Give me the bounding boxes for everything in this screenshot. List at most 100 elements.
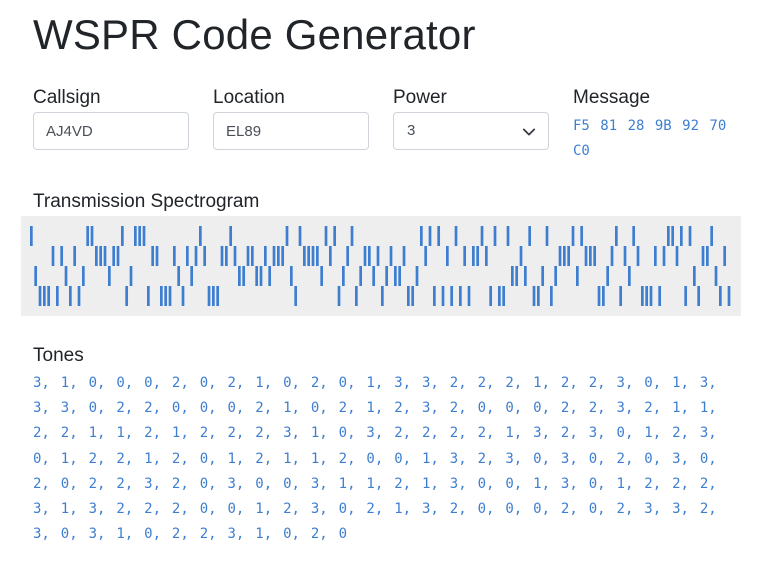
tone-bar: [450, 286, 454, 306]
tone-bar: [463, 246, 467, 266]
page-title: WSPR Code Generator: [33, 11, 476, 58]
tone-bar: [121, 226, 124, 246]
tone-bar: [194, 246, 198, 266]
tone-bar: [298, 226, 302, 246]
tone-bar: [164, 286, 168, 306]
tone-bar: [142, 226, 146, 246]
tone-bar: [515, 266, 519, 286]
chevron-down-icon: [522, 128, 536, 136]
tone-bar: [567, 246, 571, 266]
tone-bar: [372, 266, 376, 286]
tone-bar: [251, 246, 254, 266]
tone-bar: [407, 286, 410, 306]
tone-bar: [719, 286, 722, 306]
tone-bar: [307, 246, 311, 266]
tone-bar: [112, 246, 116, 266]
tones-label: Tones: [33, 345, 84, 366]
tone-bar: [225, 246, 228, 266]
tone-bar: [173, 246, 176, 266]
tone-bar: [246, 246, 250, 266]
tone-bar: [95, 246, 98, 266]
tone-bar: [385, 266, 389, 286]
tone-bar: [472, 246, 475, 266]
tone-bar: [602, 286, 605, 306]
tone-bar: [212, 286, 215, 306]
tone-bar: [502, 286, 506, 306]
tone-bar: [645, 286, 649, 306]
tone-bar: [199, 226, 202, 246]
tone-bar: [593, 246, 597, 266]
tone-bar: [580, 226, 584, 246]
tone-bar: [151, 246, 155, 266]
tone-bar: [576, 266, 579, 286]
tone-bar: [641, 286, 644, 306]
message-label: Message: [573, 87, 651, 108]
tone-bar: [506, 226, 510, 246]
tone-bar: [446, 246, 449, 266]
tone-bar: [272, 246, 276, 266]
tone-bar: [476, 246, 480, 266]
tone-bar: [368, 246, 371, 266]
tone-bar: [632, 226, 636, 246]
tone-bar: [285, 226, 289, 246]
tone-bar: [623, 246, 627, 266]
tone-bar: [545, 226, 549, 246]
power-select[interactable]: 3: [393, 112, 549, 150]
tone-bar: [324, 226, 328, 246]
tone-bar: [649, 286, 653, 306]
tone-bar: [662, 246, 666, 266]
tone-bar: [177, 266, 181, 286]
location-input[interactable]: [213, 112, 369, 150]
tone-bar: [424, 246, 428, 266]
tone-bar: [281, 246, 285, 266]
tone-bar: [636, 246, 640, 266]
tone-bar: [537, 286, 540, 306]
tone-bar: [255, 266, 259, 286]
tone-bar: [714, 266, 718, 286]
tone-bar: [103, 246, 107, 266]
tone-bar: [160, 286, 163, 306]
tone-bar: [628, 266, 631, 286]
tone-bar: [43, 286, 46, 306]
tone-bar: [60, 246, 64, 266]
tone-bar: [376, 246, 380, 266]
tone-bar: [30, 226, 33, 246]
tone-bar: [47, 286, 51, 306]
tone-bar: [428, 226, 432, 246]
tone-bar: [233, 246, 237, 266]
spectrogram-label: Transmission Spectrogram: [33, 191, 260, 212]
tone-bar: [216, 286, 220, 306]
spectrogram-chart: [30, 226, 731, 306]
power-select-value: 3: [407, 122, 416, 139]
tone-bar: [493, 226, 497, 246]
tone-bar: [532, 286, 536, 306]
tone-bar: [606, 266, 610, 286]
tone-bar: [108, 266, 111, 286]
tone-bar: [675, 246, 679, 266]
tone-bar: [186, 246, 189, 266]
tone-bar: [658, 286, 662, 306]
tone-bar: [229, 226, 233, 246]
callsign-input[interactable]: [33, 112, 189, 150]
tone-bar: [437, 226, 441, 246]
tone-bar: [190, 266, 194, 286]
tones-list: 3, 1, 0, 0, 0, 2, 0, 2, 1, 0, 2, 0, 1, 3…: [33, 375, 717, 543]
tone-bar: [433, 286, 436, 306]
tone-bar: [38, 286, 42, 306]
tone-bar: [203, 246, 207, 266]
tone-bar: [268, 266, 272, 286]
tone-bar: [398, 266, 402, 286]
tone-bar: [355, 286, 358, 306]
tone-bar: [480, 226, 484, 246]
message-code: F5 81 28 9B 92 70 C0: [573, 118, 727, 159]
tone-bar: [290, 266, 293, 286]
tone-bar: [147, 286, 150, 306]
tone-bar: [337, 286, 341, 306]
tone-bar: [454, 226, 458, 246]
tone-bar: [710, 226, 714, 246]
tone-bar: [420, 226, 423, 246]
spectrogram-panel: [21, 216, 741, 316]
tone-bar: [264, 246, 267, 266]
tone-bar: [56, 286, 59, 306]
tone-bar: [671, 226, 675, 246]
